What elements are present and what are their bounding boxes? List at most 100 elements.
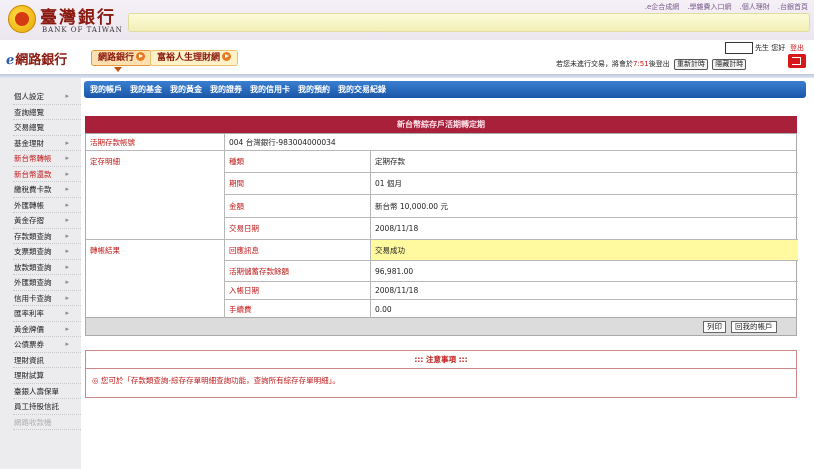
sidebar-item[interactable]: 黃金存摺 ▸: [13, 213, 81, 229]
sidebar-item[interactable]: 公債票券 ▸: [13, 337, 81, 353]
sidebar-item[interactable]: 繳稅費卡款 ▸: [13, 182, 81, 198]
e-icon: ℯ: [6, 53, 15, 68]
amount-label: 金額: [225, 195, 371, 217]
sidebar-item[interactable]: 存款類查詢 ▸: [13, 229, 81, 244]
chevron-right-icon: ▸: [65, 262, 69, 271]
nav-my-accounts[interactable]: 我的帳戶: [90, 81, 122, 98]
chevron-right-icon: ▸: [65, 247, 69, 255]
reply-label: 回應訊息: [225, 240, 371, 260]
back-to-account-button[interactable]: 回我的帳戶: [731, 321, 777, 333]
sidebar-item[interactable]: 基金理財 ▸: [13, 136, 81, 151]
result-section-label: 轉帳結果: [90, 246, 120, 255]
page-title: 新台幣綜存戶活期轉定期: [85, 116, 797, 133]
nav-my-funds[interactable]: 我的基金: [130, 81, 162, 98]
table-row: 活期存款帳號 004 台灣銀行-983004000034: [86, 134, 796, 151]
nav-my-reservations[interactable]: 我的預約: [298, 81, 330, 98]
notice-box: ::: 注意事項 ::: ◎ 您可於「存款類查詢-綜存存單明細查詢功能，查詢所有…: [85, 350, 797, 398]
sidebar-item-label: 查詢總覽: [14, 107, 44, 117]
nav-my-gold[interactable]: 我的黃金: [170, 81, 202, 98]
account-nav: 我的帳戶 我的基金 我的黃金 我的證券 我的信用卡 我的預約 我的交易紀錄: [84, 81, 806, 98]
detail-section: 定存明細: [86, 151, 225, 240]
notice-title: ::: 注意事項 :::: [86, 351, 796, 369]
sidebar-item[interactable]: 黃金牌價 ▸: [13, 322, 81, 337]
sidebar-item-label: 匯率利率: [14, 309, 44, 318]
chevron-right-icon: ▸: [65, 216, 69, 224]
tab-wealth[interactable]: 富裕人生理財網: [150, 50, 239, 66]
table-row: 金額 新台幣 10,000.00 元: [225, 195, 798, 218]
session-prefix: 若您未進行交易，將會於: [556, 60, 633, 68]
hide-timer-button[interactable]: 隱藏計時: [712, 59, 747, 70]
tab-netbank-label: 網路銀行: [98, 53, 135, 63]
arrow-right-icon: [222, 52, 232, 61]
sidebar-item[interactable]: 新台幣轉帳 ▸: [13, 151, 81, 167]
sidebar-item-label: 黃金牌價: [14, 324, 44, 334]
bank-emblem-icon: [8, 5, 36, 33]
logo-english: BANK OF TAIWAN: [42, 26, 123, 34]
sidebar-item-label: 員工持股信託: [14, 402, 59, 411]
chevron-right-icon: ▸: [65, 169, 69, 178]
sidebar-item-label: 交易總覽: [14, 123, 44, 132]
chevron-right-icon: ▸: [65, 185, 69, 193]
tab-netbank[interactable]: 網路銀行: [91, 50, 153, 66]
sidebar-item[interactable]: 理財資訊: [13, 353, 81, 368]
sidebar-item[interactable]: 理財試算: [13, 368, 81, 384]
sidebar-item-label: 網路收款機: [14, 417, 52, 427]
sidebar-item[interactable]: 網路收款機: [13, 415, 81, 430]
sidebar-item[interactable]: 外匯轉帳 ▸: [13, 198, 81, 213]
tab-wealth-label: 富裕人生理財網: [157, 53, 221, 63]
session-suffix: 後登出: [648, 60, 670, 68]
sidebar-item-label: 外匯類查詢: [14, 278, 52, 287]
sidebar-item-label: 放款類查詢: [14, 262, 52, 272]
sidebar: 個人設定 ▸ 查詢總覽 交易總覽 基金理財 ▸ 新台幣轉帳 ▸ 新台幣還款 ▸ 繳稅費卡款 ▸ 外匯轉帳…: [0, 78, 81, 469]
sidebar-item-label: 外匯轉帳: [14, 200, 44, 210]
sidebar-item[interactable]: 匯率利率 ▸: [13, 306, 81, 322]
sidebar-item[interactable]: 個人設定 ▸: [13, 89, 81, 105]
sidebar-item[interactable]: 新台幣還款 ▸: [13, 167, 81, 182]
top-header: 臺灣銀行 BANK OF TAIWAN .e企合成網 .學雜費入口網 .個人理財…: [0, 0, 814, 40]
sidebar-item[interactable]: 外匯類查詢 ▸: [13, 275, 81, 291]
date-value: 2008/11/18: [375, 224, 419, 233]
print-button[interactable]: 列印: [703, 321, 726, 333]
fee-value: 0.00: [375, 305, 392, 314]
link-tuition[interactable]: .學雜費入口網: [687, 2, 731, 12]
chevron-right-icon: ▸: [65, 92, 69, 100]
renew-timer-button[interactable]: 重新計時: [673, 59, 708, 70]
sidebar-item[interactable]: 信用卡查詢 ▸: [13, 291, 81, 306]
table-row: 手續費 0.00: [225, 300, 798, 319]
nav-my-transactions[interactable]: 我的交易紀錄: [338, 81, 386, 98]
sidebar-item[interactable]: 員工持股信託: [13, 399, 81, 415]
sidebar-item-label: 個人設定: [14, 92, 44, 101]
sidebar-item-label: 支票類查詢: [14, 247, 52, 256]
result-section: 轉帳結果: [86, 240, 225, 319]
notice-text: ◎ 您可於「存款類查詢-綜存存單明細查詢功能，查詢所有綜存存單明細」。: [92, 376, 340, 385]
detail-section-label: 定存明細: [90, 157, 120, 166]
sidebar-item[interactable]: 交易總覽: [13, 120, 81, 136]
type-value: 定期存款: [375, 157, 405, 166]
sidebar-item[interactable]: 臺銀人壽保單: [13, 384, 81, 399]
link-ecorp[interactable]: .e企合成網: [645, 2, 680, 12]
link-personal-finance[interactable]: .個人理財: [740, 2, 770, 12]
sidebar-item[interactable]: 放款類查詢 ▸: [13, 260, 81, 275]
chevron-right-icon: ▸: [65, 309, 69, 317]
bank-logo[interactable]: 臺灣銀行 BANK OF TAIWAN: [8, 3, 128, 37]
amount-value: 新台幣 10,000.00 元: [375, 201, 448, 211]
chevron-right-icon: ▸: [65, 200, 69, 209]
nav-my-securities[interactable]: 我的證券: [210, 81, 242, 98]
logout-link[interactable]: 登出: [790, 43, 804, 53]
chevron-right-icon: ▸: [65, 340, 69, 348]
sidebar-item[interactable]: 查詢總覽: [13, 105, 81, 120]
chevron-right-icon: ▸: [65, 231, 69, 240]
entry-date-label: 入帳日期: [225, 282, 371, 299]
sidebar-item-label: 繳稅費卡款: [14, 185, 52, 194]
fee-label: 手續費: [225, 300, 371, 319]
logout-icon[interactable]: [788, 54, 806, 68]
sidebar-item[interactable]: 支票類查詢 ▸: [13, 244, 81, 260]
sidebar-item-label: 臺銀人壽保單: [14, 386, 59, 396]
table-row: 期間 01 個月: [225, 173, 798, 195]
link-homepage[interactable]: .台銀首頁: [778, 2, 808, 12]
nav-my-credit-card[interactable]: 我的信用卡: [250, 81, 290, 98]
period-value: 01 個月: [375, 179, 402, 188]
netbank-logo[interactable]: ℯ網路銀行: [6, 49, 67, 68]
session-time: 7:51: [633, 60, 649, 68]
balance-value: 96,981.00: [375, 266, 414, 276]
